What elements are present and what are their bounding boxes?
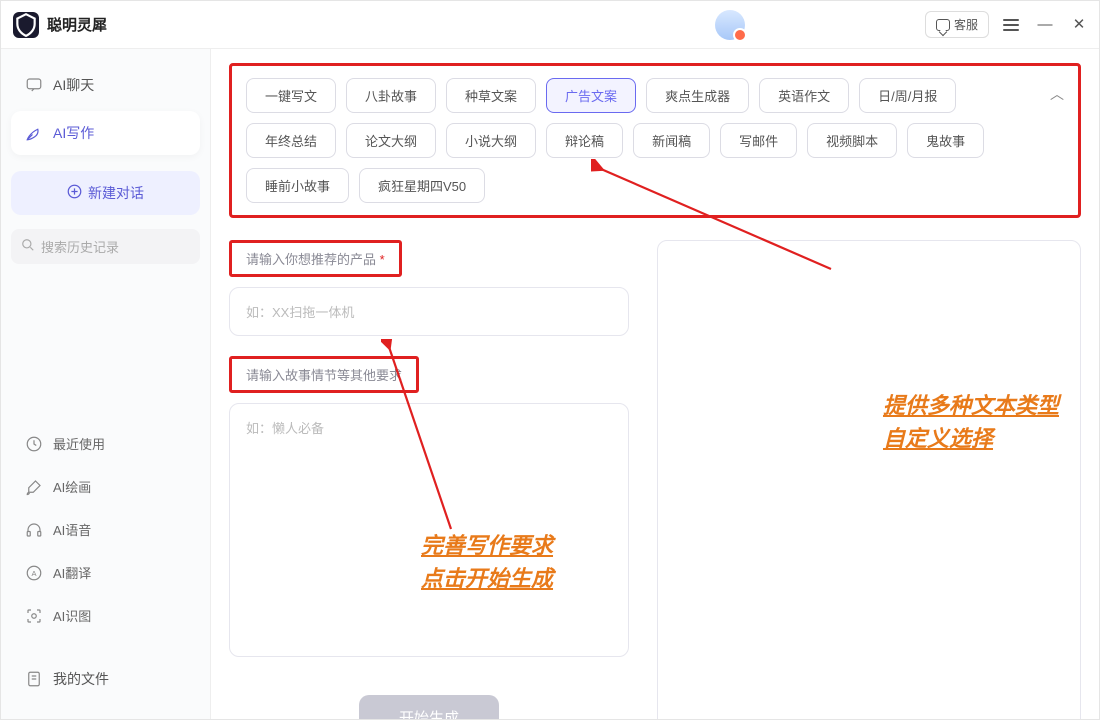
chat-bubble-icon: [25, 76, 43, 94]
product-placeholder: 如：XX扫拖一体机: [246, 305, 354, 320]
story-placeholder: 如：懒人必备: [246, 421, 324, 436]
app-logo-icon: [13, 12, 39, 38]
template-pill[interactable]: 日/周/月报: [859, 78, 956, 113]
generate-button[interactable]: 开始生成: [359, 695, 499, 719]
scan-icon: [25, 607, 43, 625]
main-panel: ︿ 一键写文八卦故事种草文案广告文案爽点生成器英语作文日/周/月报年终总结论文大…: [211, 49, 1099, 719]
translate-icon: A: [25, 564, 43, 582]
template-pill[interactable]: 辩论稿: [546, 123, 623, 158]
chat-icon: [936, 19, 950, 31]
sidebar-item-vision[interactable]: AI识图: [11, 596, 200, 635]
template-pill[interactable]: 英语作文: [759, 78, 849, 113]
sidebar-item-label: 我的文件: [53, 669, 109, 689]
new-chat-label: 新建对话: [88, 183, 144, 203]
customer-service-label: 客服: [954, 16, 978, 33]
template-pill[interactable]: 视频脚本: [807, 123, 897, 158]
story-label-box: 请输入故事情节等其他要求: [229, 356, 419, 393]
sidebar-item-paint[interactable]: AI绘画: [11, 467, 200, 506]
sidebar-item-label: AI绘画: [53, 477, 91, 496]
titlebar: 聪明灵犀 客服 — ✕: [1, 1, 1099, 49]
plus-icon: [67, 184, 82, 202]
sidebar-item-label: AI语音: [53, 520, 91, 539]
sidebar-item-voice[interactable]: AI语音: [11, 510, 200, 549]
app-title: 聪明灵犀: [47, 14, 107, 35]
story-textarea[interactable]: 如：懒人必备: [229, 403, 629, 657]
clock-icon: [25, 435, 43, 453]
template-pill[interactable]: 一键写文: [246, 78, 336, 113]
template-pill[interactable]: 论文大纲: [346, 123, 436, 158]
template-pill[interactable]: 种草文案: [446, 78, 536, 113]
quill-icon: [25, 124, 43, 142]
template-pill[interactable]: 八卦故事: [346, 78, 436, 113]
close-button[interactable]: ✕: [1071, 17, 1087, 32]
template-pill[interactable]: 小说大纲: [446, 123, 536, 158]
svg-text:A: A: [31, 569, 36, 578]
template-pill[interactable]: 年终总结: [246, 123, 336, 158]
required-mark: *: [380, 252, 385, 267]
sidebar-item-label: AI识图: [53, 606, 91, 625]
minimize-button[interactable]: —: [1037, 17, 1053, 32]
customer-service-button[interactable]: 客服: [925, 11, 989, 38]
template-pill[interactable]: 爽点生成器: [646, 78, 749, 113]
template-pill[interactable]: 新闻稿: [633, 123, 710, 158]
sidebar-item-label: AI聊天: [53, 75, 94, 95]
menu-button[interactable]: [1003, 19, 1019, 31]
generate-label: 开始生成: [399, 710, 459, 719]
sidebar-item-chat[interactable]: AI聊天: [11, 63, 200, 107]
product-label-box: 请输入你想推荐的产品 *: [229, 240, 402, 277]
output-panel: [657, 240, 1081, 719]
product-input[interactable]: 如：XX扫拖一体机: [229, 287, 629, 336]
template-type-panel: ︿ 一键写文八卦故事种草文案广告文案爽点生成器英语作文日/周/月报年终总结论文大…: [229, 63, 1081, 218]
file-icon: [25, 670, 43, 688]
story-label: 请输入故事情节等其他要求: [246, 368, 402, 383]
sidebar-item-label: AI写作: [53, 123, 94, 143]
chevron-up-icon[interactable]: ︿: [1050, 84, 1064, 104]
sidebar-item-files[interactable]: 我的文件: [11, 657, 200, 701]
product-label: 请输入你想推荐的产品: [246, 252, 376, 267]
search-icon: [21, 238, 35, 255]
avatar[interactable]: [715, 10, 745, 40]
sidebar-item-label: AI翻译: [53, 563, 91, 582]
sidebar-item-translate[interactable]: A AI翻译: [11, 553, 200, 592]
brush-icon: [25, 478, 43, 496]
search-placeholder: 搜索历史记录: [41, 237, 119, 256]
sidebar-item-write[interactable]: AI写作: [11, 111, 200, 155]
headphone-icon: [25, 521, 43, 539]
template-pill[interactable]: 疯狂星期四V50: [359, 168, 485, 203]
template-pill[interactable]: 写邮件: [720, 123, 797, 158]
hamburger-icon: [1003, 19, 1019, 31]
template-pill[interactable]: 鬼故事: [907, 123, 984, 158]
search-input[interactable]: 搜索历史记录: [11, 229, 200, 264]
sidebar: AI聊天 AI写作 新建对话 搜索历史记录 最近使用: [1, 49, 211, 719]
new-chat-button[interactable]: 新建对话: [11, 171, 200, 215]
sidebar-item-recent[interactable]: 最近使用: [11, 424, 200, 463]
sidebar-item-label: 最近使用: [53, 434, 105, 453]
template-pill[interactable]: 睡前小故事: [246, 168, 349, 203]
template-pill[interactable]: 广告文案: [546, 78, 636, 113]
